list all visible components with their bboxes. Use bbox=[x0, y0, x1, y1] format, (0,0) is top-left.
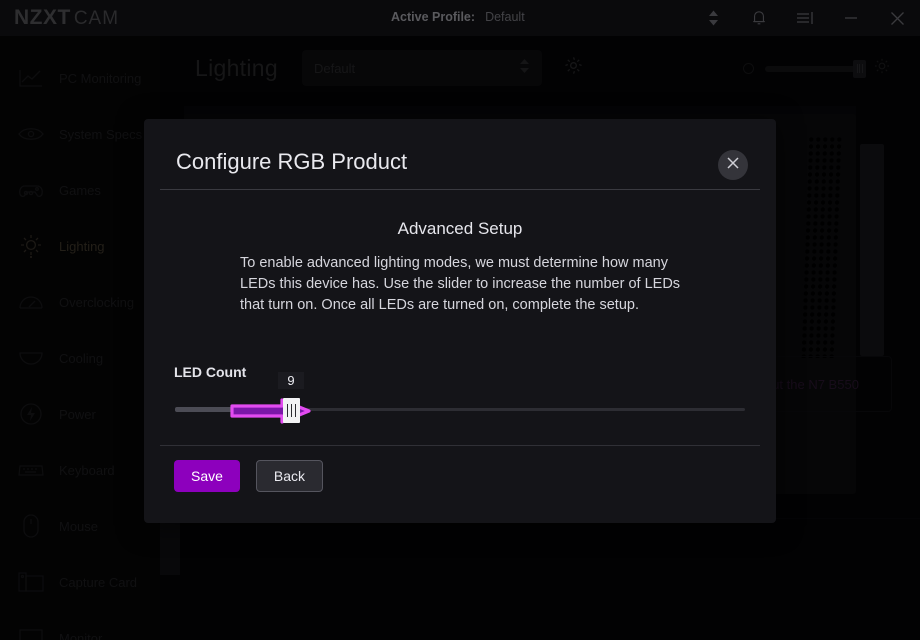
active-profile-label: Active Profile: bbox=[391, 10, 475, 24]
close-icon[interactable] bbox=[874, 0, 920, 36]
led-count-slider[interactable]: 9 bbox=[175, 399, 745, 421]
brand-cam-text: CAM bbox=[74, 8, 119, 30]
nzxt-cam-window: PC Monitoring System Specs Games bbox=[0, 0, 920, 640]
slider-value-tooltip: 9 bbox=[278, 372, 304, 389]
close-dialog-button[interactable] bbox=[718, 150, 748, 180]
bell-icon[interactable] bbox=[736, 0, 782, 36]
slider-handle[interactable] bbox=[283, 398, 300, 423]
slider-fill bbox=[175, 407, 289, 412]
dialog-header-divider bbox=[160, 189, 760, 190]
hamburger-menu-icon[interactable] bbox=[782, 0, 828, 36]
minimize-icon[interactable] bbox=[828, 0, 874, 36]
back-button[interactable]: Back bbox=[256, 460, 323, 492]
title-bar-controls bbox=[690, 0, 920, 36]
close-x-icon bbox=[726, 156, 740, 175]
dialog-title: Configure RGB Product bbox=[176, 149, 407, 175]
advanced-setup-heading: Advanced Setup bbox=[144, 219, 776, 239]
app-logo: NZXT CAM bbox=[14, 6, 119, 30]
title-bar: NZXT CAM Active Profile: Default bbox=[0, 0, 920, 36]
configure-rgb-product-dialog: Configure RGB Product Advanced Setup To … bbox=[144, 119, 776, 523]
led-count-label: LED Count bbox=[174, 364, 246, 380]
updown-arrows-icon[interactable] bbox=[690, 0, 736, 36]
brand-nzxt-text: NZXT bbox=[14, 6, 71, 30]
dialog-footer-divider bbox=[160, 445, 760, 446]
save-button[interactable]: Save bbox=[174, 460, 240, 492]
dialog-actions: Save Back bbox=[174, 460, 323, 492]
active-profile-display: Active Profile: Default bbox=[391, 10, 525, 24]
advanced-setup-description: To enable advanced lighting modes, we mu… bbox=[240, 253, 685, 316]
active-profile-value: Default bbox=[485, 10, 525, 24]
